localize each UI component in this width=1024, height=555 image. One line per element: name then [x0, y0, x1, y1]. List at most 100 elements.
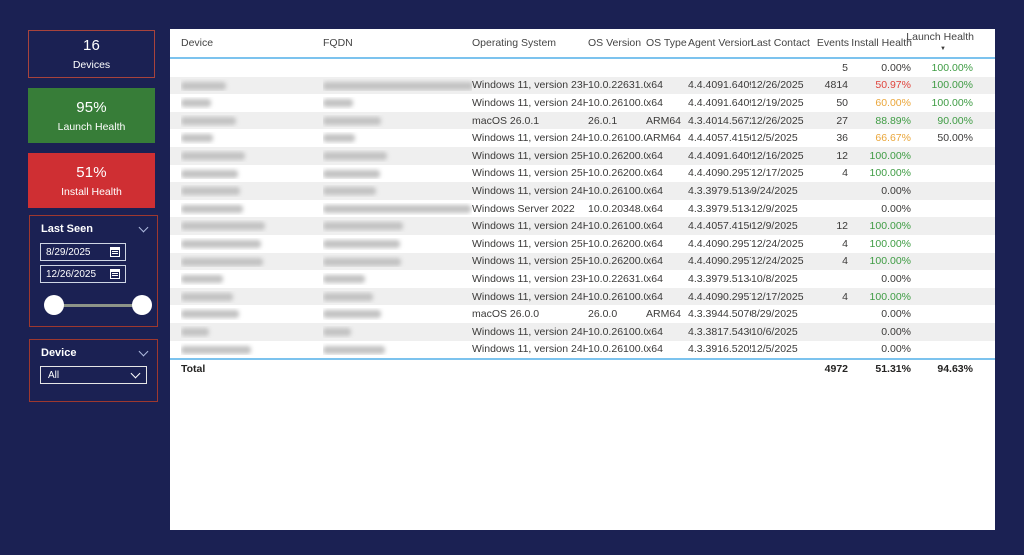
install-health-cell: 60.00% [875, 96, 911, 109]
os-type-cell: x64 [646, 272, 663, 285]
table-row[interactable]: Windows 11, version 25H2 10.0.26200.0 x64 4… [170, 252, 995, 271]
table-rows: 5 0.00% 100.00% Windows 11, version 23H2 10.… [170, 59, 995, 358]
device-cell [181, 167, 323, 179]
launch-health-label: Launch Health [57, 120, 126, 133]
table-row[interactable]: Windows 11, version 24H2 10.0.26100.0 x64 4… [170, 217, 995, 235]
start-date-input[interactable]: 8/29/2025 [40, 243, 126, 261]
os-version-cell: 10.0.22631.0 [588, 272, 646, 285]
column-header-last-contact[interactable]: Last Contact [751, 37, 811, 49]
table-row[interactable]: Windows 11, version 24H2 10.0.26100.0 x64 4… [170, 322, 995, 341]
column-header-agent-version[interactable]: Agent Version [688, 37, 753, 49]
device-cell [181, 238, 323, 250]
table-row[interactable]: Windows 11, version 25H2 10.0.26200.0 x64 4… [170, 146, 995, 165]
end-date-input[interactable]: 12/26/2025 [40, 265, 126, 283]
table-row[interactable]: Windows 11, version 24H2 10.0.26100.0 ARM6… [170, 129, 995, 147]
column-header-device[interactable]: Device [181, 37, 323, 49]
table-row[interactable]: Windows 11, version 24H2 10.0.26100.0 x64 4… [170, 341, 995, 359]
last-contact-cell: 12/19/2025 [751, 96, 804, 109]
operating-system-cell: Windows 11, version 25H2 [472, 237, 588, 250]
events-cell: 12 [836, 149, 848, 162]
slider-track[interactable] [54, 304, 142, 307]
os-type-cell: x64 [646, 343, 663, 356]
chevron-down-icon[interactable] [138, 346, 149, 357]
redacted-text [181, 222, 265, 231]
last-seen-slicer-title: Last Seen [41, 223, 93, 235]
redacted-text [181, 239, 261, 248]
column-header-launch-health[interactable]: Launch Health ▼ [906, 31, 974, 55]
os-version-cell: 10.0.26100.0 [588, 220, 646, 233]
operating-system-cell: Windows 11, version 24H2 [472, 343, 588, 356]
redacted-text [323, 222, 403, 231]
device-dropdown[interactable]: All [40, 366, 147, 384]
device-dropdown-value: All [48, 369, 60, 381]
table-row[interactable]: Windows 11, version 24H2 10.0.26100.0 x64 4… [170, 287, 995, 306]
column-header-events[interactable]: Events [811, 37, 849, 49]
install-health-cell: 0.00% [881, 272, 911, 285]
os-version-cell: 26.0.1 [588, 114, 618, 127]
os-type-cell: x64 [646, 325, 663, 338]
table-row[interactable]: 5 0.00% 100.00% [170, 59, 995, 77]
last-contact-cell: 12/24/2025 [751, 255, 804, 268]
install-health-cell: 0.00% [881, 325, 911, 338]
table-row[interactable]: Windows 11, version 24H2 10.0.26100.0 x64 4… [170, 182, 995, 200]
column-header-fqdn[interactable]: FQDN [323, 37, 472, 49]
agent-version-cell: 4.4.4091.6409 [688, 79, 751, 92]
total-label: Total [181, 363, 206, 376]
operating-system-cell: Windows 11, version 24H2 [472, 220, 588, 233]
table-row[interactable]: macOS 26.0.1 26.0.1 ARM64 4.3.4014.5672 12/2… [170, 111, 995, 130]
slider-handle-start[interactable] [44, 295, 64, 315]
column-header-install-health[interactable]: Install Health [849, 37, 912, 49]
install-health-cell: 100.00% [869, 237, 911, 250]
redacted-text [181, 345, 251, 354]
table-row[interactable]: Windows 11, version 24H2 10.0.26100.0 x64 4… [170, 94, 995, 112]
os-type-cell: x64 [646, 220, 663, 233]
chevron-down-icon[interactable] [138, 222, 149, 233]
install-health-cell: 0.00% [881, 308, 911, 321]
column-header-os-type[interactable]: OS Type [646, 37, 688, 49]
column-header-operating-system[interactable]: Operating System [472, 37, 588, 49]
redacted-text [181, 99, 211, 108]
column-header-os-version[interactable]: OS Version [588, 37, 646, 49]
agent-version-cell: 4.3.3979.5134 [688, 202, 751, 215]
calendar-icon[interactable] [110, 269, 120, 279]
device-cell [181, 343, 323, 355]
table-row[interactable]: Windows 11, version 25H2 10.0.26200.0 x64 4… [170, 165, 995, 183]
redacted-text [181, 116, 236, 125]
install-health-cell: 100.00% [869, 220, 911, 233]
os-version-cell: 10.0.20348.0 [588, 202, 646, 215]
device-cell [181, 150, 323, 162]
os-type-cell: x64 [646, 202, 663, 215]
table-row[interactable]: Windows 11, version 23H2 10.0.22631.0 x64 4… [170, 76, 995, 95]
operating-system-cell: Windows Server 2022 [472, 202, 575, 215]
install-health-kpi-card[interactable]: 51% Install Health [28, 153, 155, 208]
operating-system-cell: Windows 11, version 25H2 [472, 167, 588, 180]
fqdn-cell [323, 326, 472, 338]
events-cell: 50 [836, 96, 848, 109]
table-row[interactable]: Windows 11, version 23H2 10.0.22631.0 x64 4… [170, 270, 995, 288]
table-row[interactable]: Windows 11, version 25H2 10.0.26200.0 x64 4… [170, 235, 995, 253]
devices-kpi-card[interactable]: 16 Devices [28, 30, 155, 78]
os-version-cell: 10.0.26100.0 [588, 96, 646, 109]
agent-version-cell: 4.4.4090.2957 [688, 255, 751, 268]
operating-system-cell: Windows 11, version 24H2 [472, 325, 588, 338]
table-row[interactable]: macOS 26.0.0 26.0.0 ARM64 4.3.3944.5076 8/29… [170, 305, 995, 323]
install-health-cell: 66.67% [875, 132, 911, 145]
agent-version-cell: 4.3.3979.5134 [688, 184, 751, 197]
events-cell: 4 [842, 167, 848, 180]
redacted-text [323, 151, 387, 160]
redacted-text [181, 187, 240, 196]
table-row[interactable]: Windows Server 2022 10.0.20348.0 x64 4.3.39… [170, 200, 995, 218]
launch-health-cell: 100.00% [931, 96, 973, 109]
last-contact-cell: 12/17/2025 [751, 167, 804, 180]
operating-system-cell: Windows 11, version 25H2 [472, 255, 588, 268]
last-contact-cell: 10/8/2025 [751, 272, 798, 285]
install-health-cell: 100.00% [869, 167, 911, 180]
calendar-icon[interactable] [110, 247, 120, 257]
operating-system-cell: Windows 11, version 24H2 [472, 132, 588, 145]
total-events: 4972 [824, 363, 848, 376]
launch-health-kpi-card[interactable]: 95% Launch Health [28, 88, 155, 143]
events-cell: 4 [842, 255, 848, 268]
redacted-text [181, 257, 263, 266]
redacted-text [323, 345, 385, 354]
slider-handle-end[interactable] [132, 295, 152, 315]
